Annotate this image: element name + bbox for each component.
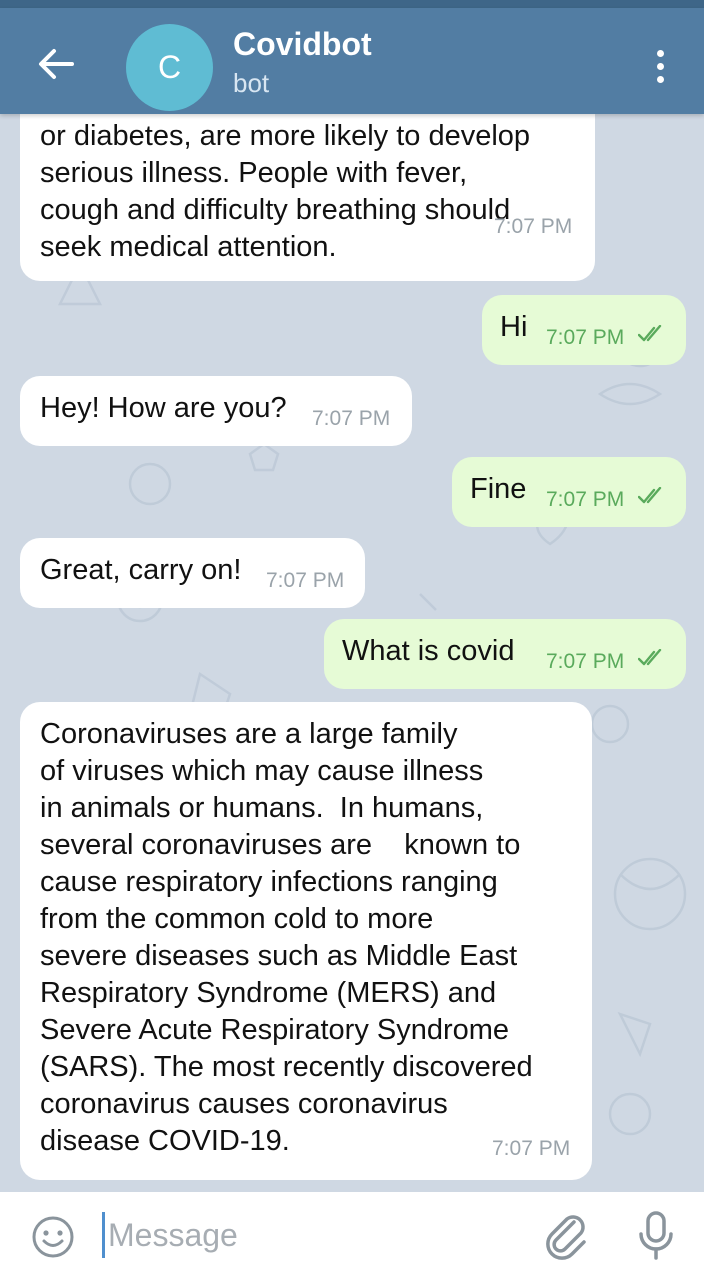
double-check-icon [638, 649, 662, 666]
message-timestamp: 7:07 PM [492, 1137, 571, 1160]
message-text: What is covid [342, 635, 515, 667]
paperclip-icon[interactable] [544, 1212, 588, 1260]
message-timestamp: 7:07 PM [494, 215, 573, 238]
outgoing-message[interactable]: Fine 7:07 PM [452, 457, 686, 527]
more-vertical-icon[interactable] [640, 36, 680, 96]
outgoing-message[interactable]: Hi 7:07 PM [482, 295, 686, 365]
text-cursor [102, 1212, 105, 1258]
message-timestamp: 7:07 PM [546, 326, 625, 349]
message-timestamp: 7:07 PM [266, 569, 345, 592]
chat-subtitle: bot [233, 68, 270, 98]
outgoing-message[interactable]: What is covid 7:07 PM [324, 619, 686, 689]
double-check-icon [638, 487, 662, 504]
message-text: Fine [470, 473, 527, 505]
incoming-message[interactable]: or diabetes, are more likely to develop … [20, 114, 595, 281]
message-text: Great, carry on! [40, 554, 242, 586]
double-check-icon [638, 325, 662, 342]
chat-title[interactable]: Covidbot [233, 26, 372, 63]
message-input[interactable] [108, 1210, 508, 1260]
message-timestamp: 7:07 PM [312, 407, 391, 430]
incoming-message[interactable]: Hey! How are you? 7:07 PM [20, 376, 412, 446]
message-text: Hi [500, 311, 528, 343]
incoming-message[interactable]: Coronaviruses are a large family of viru… [20, 702, 592, 1180]
message-list[interactable]: or diabetes, are more likely to develop … [0, 114, 704, 1192]
message-text: or diabetes, are more likely to develop … [40, 120, 531, 263]
message-composer [0, 1192, 704, 1280]
message-text: Hey! How are you? [40, 392, 287, 424]
avatar[interactable]: C [126, 24, 213, 111]
incoming-message[interactable]: Great, carry on! 7:07 PM [20, 538, 365, 608]
status-bar [0, 0, 704, 8]
message-text: Coronaviruses are a large family of viru… [40, 718, 533, 1157]
microphone-icon[interactable] [636, 1210, 676, 1262]
arrow-left-icon[interactable] [30, 38, 82, 90]
message-timestamp: 7:07 PM [546, 488, 625, 511]
message-timestamp: 7:07 PM [546, 650, 625, 673]
chat-header: C Covidbot bot [0, 8, 704, 114]
smiley-icon[interactable] [30, 1214, 76, 1260]
